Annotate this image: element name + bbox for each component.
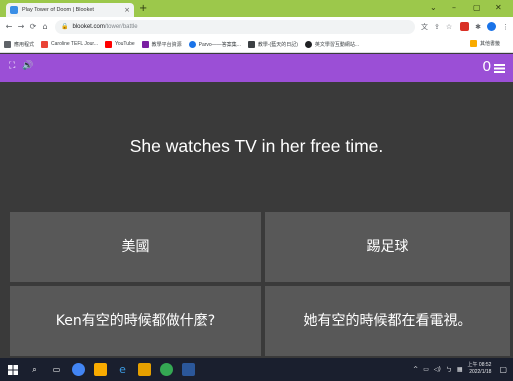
extension-icon[interactable] [460,22,470,31]
input-method-icon[interactable]: ㄅ [446,365,452,374]
clock-time: 上午 08:52 [467,362,492,368]
system-tray: ^ ▭ ◁) ㄅ ▦ 上午 08:52 2022/1/18 ▢ [413,362,507,376]
score-value: 0 [482,58,491,75]
fullscreen-and-sound-icons[interactable]: ⛶ 🔊 [9,61,35,71]
window-maximize-icon[interactable]: ▢ [473,2,481,14]
file-explorer-icon[interactable] [94,363,107,376]
bookmark-label: 英文學習互動網站... [314,41,360,48]
bookmark-item[interactable]: 英文學習互動網站... [304,40,360,48]
search-icon[interactable]: ⌕ [28,363,41,376]
bookmark-star-icon[interactable]: ☆ [446,23,452,31]
lock-icon: 🔒 [61,23,69,30]
youtube-icon [104,40,112,48]
bookmark-label: YouTube [114,41,135,47]
share-icon[interactable]: ⇪ [434,23,440,31]
new-tab-icon[interactable]: + [139,3,147,15]
bookmark-label: 應用程式 [14,41,35,48]
bookmark-favicon-icon [141,40,149,48]
windows-taskbar: ⌕ ▭ e ^ ▭ ◁) ㄅ ▦ 上午 08:52 2022/1/18 ▢ [0,358,513,381]
url-path: /tower/battle [104,23,138,30]
forward-icon[interactable]: → [16,22,26,31]
browser-tab-strip: Play Tower of Doom | Blooket × + ⌄ – ▢ ✕ [0,0,513,17]
question-text: She watches TV in her free time. [129,135,384,156]
home-icon[interactable]: ⌂ [40,22,50,31]
reload-icon[interactable]: ⟳ [28,22,38,31]
browser-tab[interactable]: Play Tower of Doom | Blooket × [6,3,134,17]
bookmark-label: Caroline TEFL Jour... [51,41,98,47]
bookmark-item[interactable]: YouTube [104,40,135,48]
tab-title: Play Tower of Doom | Blooket [22,7,94,13]
question-panel: She watches TV in her free time. [0,82,513,210]
fullscreen-icon[interactable]: ⛶ [9,61,17,71]
url-text: blooket.com/tower/battle [72,24,137,30]
translate-icon[interactable]: 文 [421,22,428,32]
bookmark-item[interactable]: 教學平台資源 [141,40,182,48]
clock-date: 2022/1/18 [469,369,492,375]
bookmark-label: 教學-(藍天的日記) [257,41,298,48]
address-bar[interactable]: 🔒 blooket.com/tower/battle [55,19,415,34]
tray-expand-icon[interactable]: ^ [413,366,418,373]
extensions-puzzle-icon[interactable]: ✱ [475,23,481,31]
bookmark-favicon-icon [247,40,255,48]
chrome-icon[interactable] [72,363,85,376]
bookmark-item[interactable]: 應用程式 [4,40,35,48]
task-view-icon[interactable]: ▭ [50,363,63,376]
answer-option-4[interactable]: 她有空的時候都在看電視。 [265,286,510,356]
bookmark-label: 教學平台資源 [151,41,182,48]
bookmark-item[interactable]: Caroline TEFL Jour... [41,40,98,48]
volume-icon[interactable]: ◁) [434,366,441,373]
network-icon[interactable]: ▭ [423,366,429,373]
notification-icon[interactable]: ▢ [499,365,507,374]
other-bookmarks[interactable]: 其他書籤 [469,40,500,47]
keyboard-icon[interactable]: ▦ [457,366,463,373]
answer-option-3[interactable]: Ken有空的時候都做什麼? [10,286,261,356]
bookmark-item[interactable]: 教學-(藍天的日記) [247,40,298,48]
back-icon[interactable]: ← [4,22,14,31]
window-close-icon[interactable]: ✕ [495,2,502,14]
blooket-favicon-icon [10,6,18,14]
apps-grid-icon [4,40,11,48]
word-icon[interactable] [182,363,195,376]
menu-kebab-icon[interactable]: ⋮ [502,23,509,31]
browser-toolbar: ← → ⟳ ⌂ 🔒 blooket.com/tower/battle 文 ⇪ ☆… [0,17,513,36]
clock[interactable]: 上午 08:52 2022/1/18 [468,362,492,376]
profile-avatar-icon[interactable] [487,22,496,31]
bookmark-favicon-icon [41,40,49,48]
bookmark-label: Parvo——答案集... [198,41,241,48]
bookmark-favicon-icon [304,40,312,48]
other-bookmarks-label: 其他書籤 [479,41,500,47]
bookmark-item[interactable]: Parvo——答案集... [188,40,241,48]
game-header: ⛶ 🔊 0 [0,54,513,82]
windows-start-icon[interactable] [6,363,19,376]
bookmarks-bar: 應用程式 Caroline TEFL Jour... YouTube 教學平台資… [0,36,513,53]
window-dropdown-icon[interactable]: ⌄ [430,2,437,14]
bookmark-favicon-icon [188,40,196,48]
tab-close-icon[interactable]: × [124,6,130,14]
card-stack-icon [494,64,505,73]
window-minimize-icon[interactable]: – [452,2,456,14]
app-icon[interactable] [138,363,151,376]
edge-icon[interactable]: e [116,363,129,376]
sound-icon[interactable]: 🔊 [22,61,35,71]
answer-option-2[interactable]: 踢足球 [265,212,510,282]
chrome-profile-icon[interactable] [160,363,173,376]
folder-icon [469,40,477,47]
answer-option-1[interactable]: 美國 [10,212,261,282]
url-host: blooket.com [72,23,105,30]
